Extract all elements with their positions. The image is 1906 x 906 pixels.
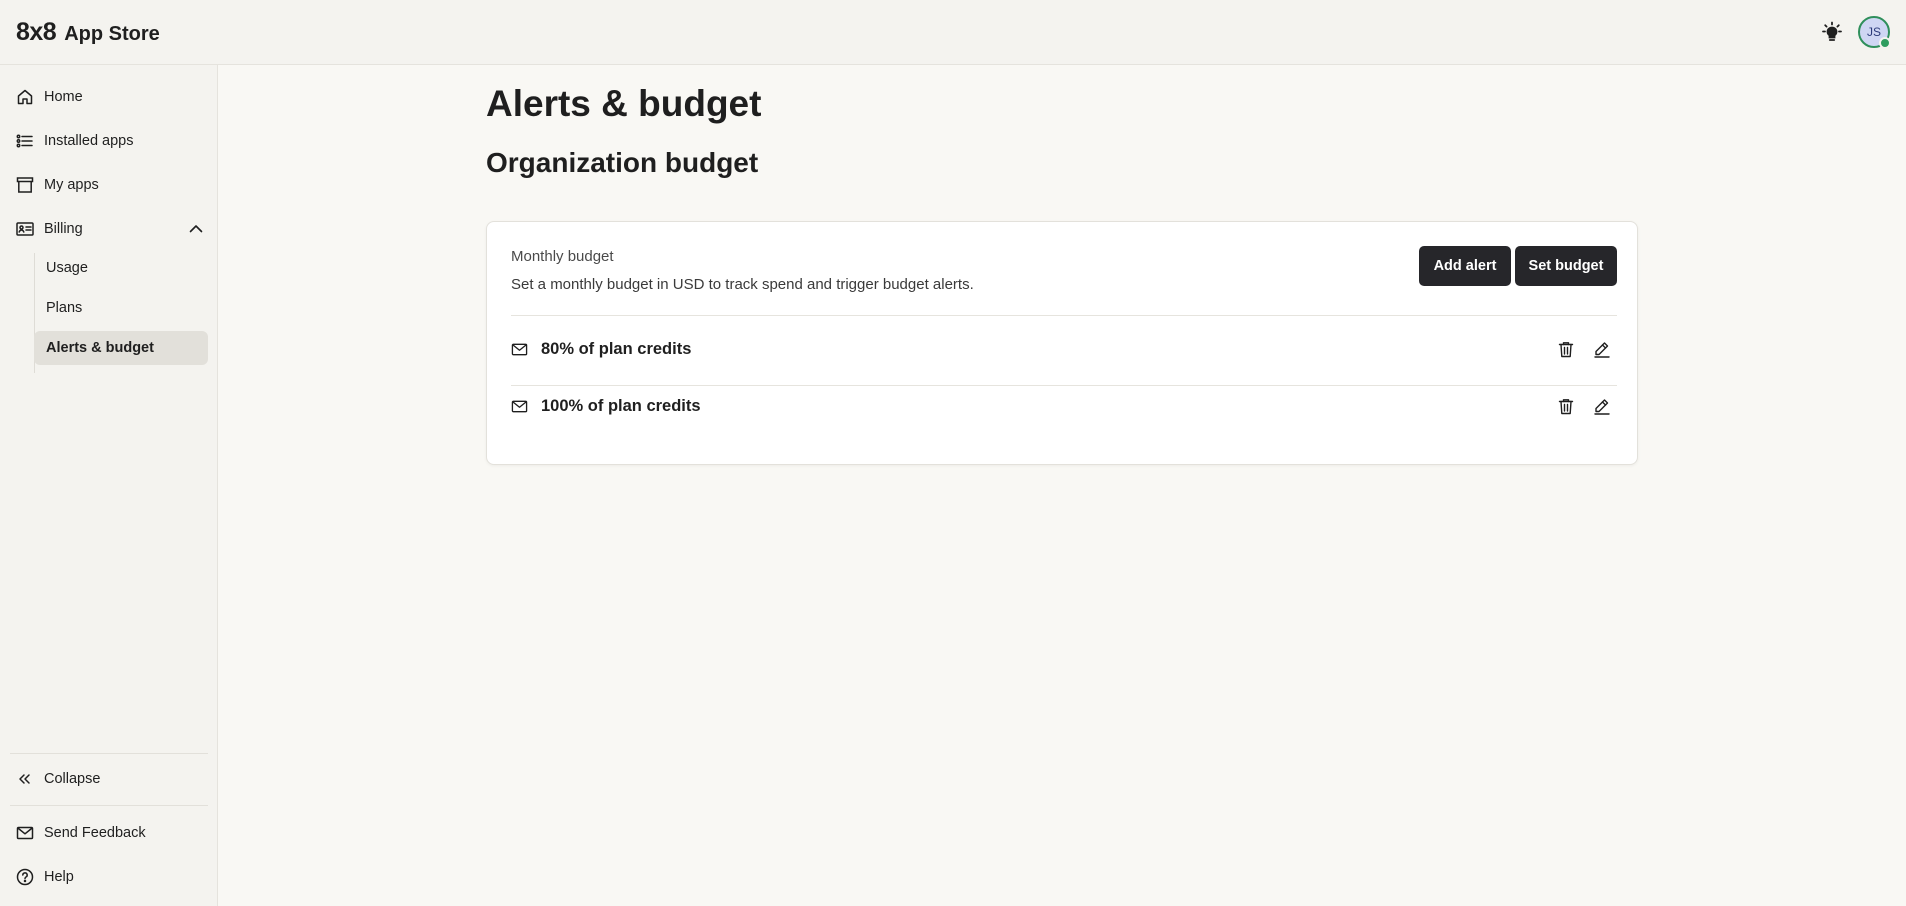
alert-text: 80% of plan credits bbox=[541, 339, 692, 358]
sidebar-item-label: Installed apps bbox=[44, 133, 134, 149]
sidebar-item-billing[interactable]: Billing bbox=[16, 211, 208, 247]
mail-icon bbox=[511, 397, 529, 415]
brand-logo: 8x8 bbox=[16, 17, 57, 46]
page-title: Alerts & budget bbox=[486, 83, 762, 124]
help-button[interactable]: Help bbox=[16, 859, 208, 895]
sidebar-subitem-label: Alerts & budget bbox=[46, 340, 154, 356]
top-bar: 8x8 App Store JS bbox=[0, 0, 1906, 65]
sidebar-item-label: Billing bbox=[44, 221, 83, 237]
budget-card: Monthly budget Set a monthly budget in U… bbox=[486, 221, 1638, 465]
sidebar-subitem-plans[interactable]: Plans bbox=[34, 291, 208, 325]
send-feedback-label: Send Feedback bbox=[44, 825, 146, 841]
sidebar-subitem-label: Usage bbox=[46, 260, 88, 276]
sidebar-divider bbox=[10, 805, 208, 806]
id-card-icon bbox=[16, 222, 34, 236]
card-divider bbox=[511, 315, 1617, 316]
edit-icon[interactable] bbox=[1593, 397, 1611, 415]
sidebar-item-my-apps[interactable]: My apps bbox=[16, 167, 208, 203]
row-actions bbox=[1557, 397, 1611, 415]
lightbulb-icon[interactable] bbox=[1820, 20, 1844, 44]
sidebar-subitem-usage[interactable]: Usage bbox=[34, 251, 208, 285]
double-chevron-left-icon bbox=[19, 774, 30, 784]
user-avatar[interactable]: JS bbox=[1858, 16, 1891, 49]
sidebar-subitem-label: Plans bbox=[46, 300, 83, 316]
trash-icon[interactable] bbox=[1557, 397, 1575, 415]
online-status-badge bbox=[1879, 37, 1891, 49]
sidebar-item-label: Home bbox=[44, 89, 83, 105]
row-actions bbox=[1557, 340, 1611, 358]
brand[interactable]: 8x8 App Store bbox=[16, 18, 160, 47]
sidebar-item-installed-apps[interactable]: Installed apps bbox=[16, 123, 208, 159]
top-right-actions: JS bbox=[1820, 16, 1891, 49]
alert-row: 80% of plan credits bbox=[511, 329, 1617, 369]
sidebar-subitem-alerts-budget[interactable]: Alerts & budget bbox=[34, 331, 208, 365]
archive-icon bbox=[16, 177, 34, 193]
sidebar-divider bbox=[10, 753, 208, 754]
sidebar-item-label: My apps bbox=[44, 177, 99, 193]
mail-icon bbox=[511, 340, 529, 358]
alert-text: 100% of plan credits bbox=[541, 396, 701, 415]
card-description: Set a monthly budget in USD to track spe… bbox=[511, 276, 974, 293]
section-title: Organization budget bbox=[486, 147, 759, 178]
set-budget-button[interactable]: Set budget bbox=[1515, 246, 1617, 286]
main-content: Alerts & budget Organization budget Mont… bbox=[218, 65, 1906, 906]
collapse-label: Collapse bbox=[44, 771, 101, 787]
home-icon bbox=[17, 89, 33, 105]
send-feedback-button[interactable]: Send Feedback bbox=[16, 815, 208, 851]
list-icon bbox=[16, 134, 33, 148]
trash-icon[interactable] bbox=[1557, 340, 1575, 358]
edit-icon[interactable] bbox=[1593, 340, 1611, 358]
sidebar-item-home[interactable]: Home bbox=[16, 79, 208, 115]
help-circle-icon bbox=[16, 868, 34, 886]
chevron-up-icon[interactable] bbox=[188, 221, 204, 237]
add-alert-button[interactable]: Add alert bbox=[1419, 246, 1511, 286]
help-label: Help bbox=[44, 869, 74, 885]
app-name: App Store bbox=[64, 22, 160, 45]
card-label: Monthly budget bbox=[511, 248, 614, 265]
sidebar: Home Installed apps My apps Billing Usag… bbox=[0, 65, 218, 906]
collapse-button[interactable]: Collapse bbox=[16, 761, 208, 797]
alert-row: 100% of plan credits bbox=[511, 386, 1617, 426]
avatar-initials: JS bbox=[1866, 25, 1881, 39]
mail-icon bbox=[16, 826, 34, 840]
